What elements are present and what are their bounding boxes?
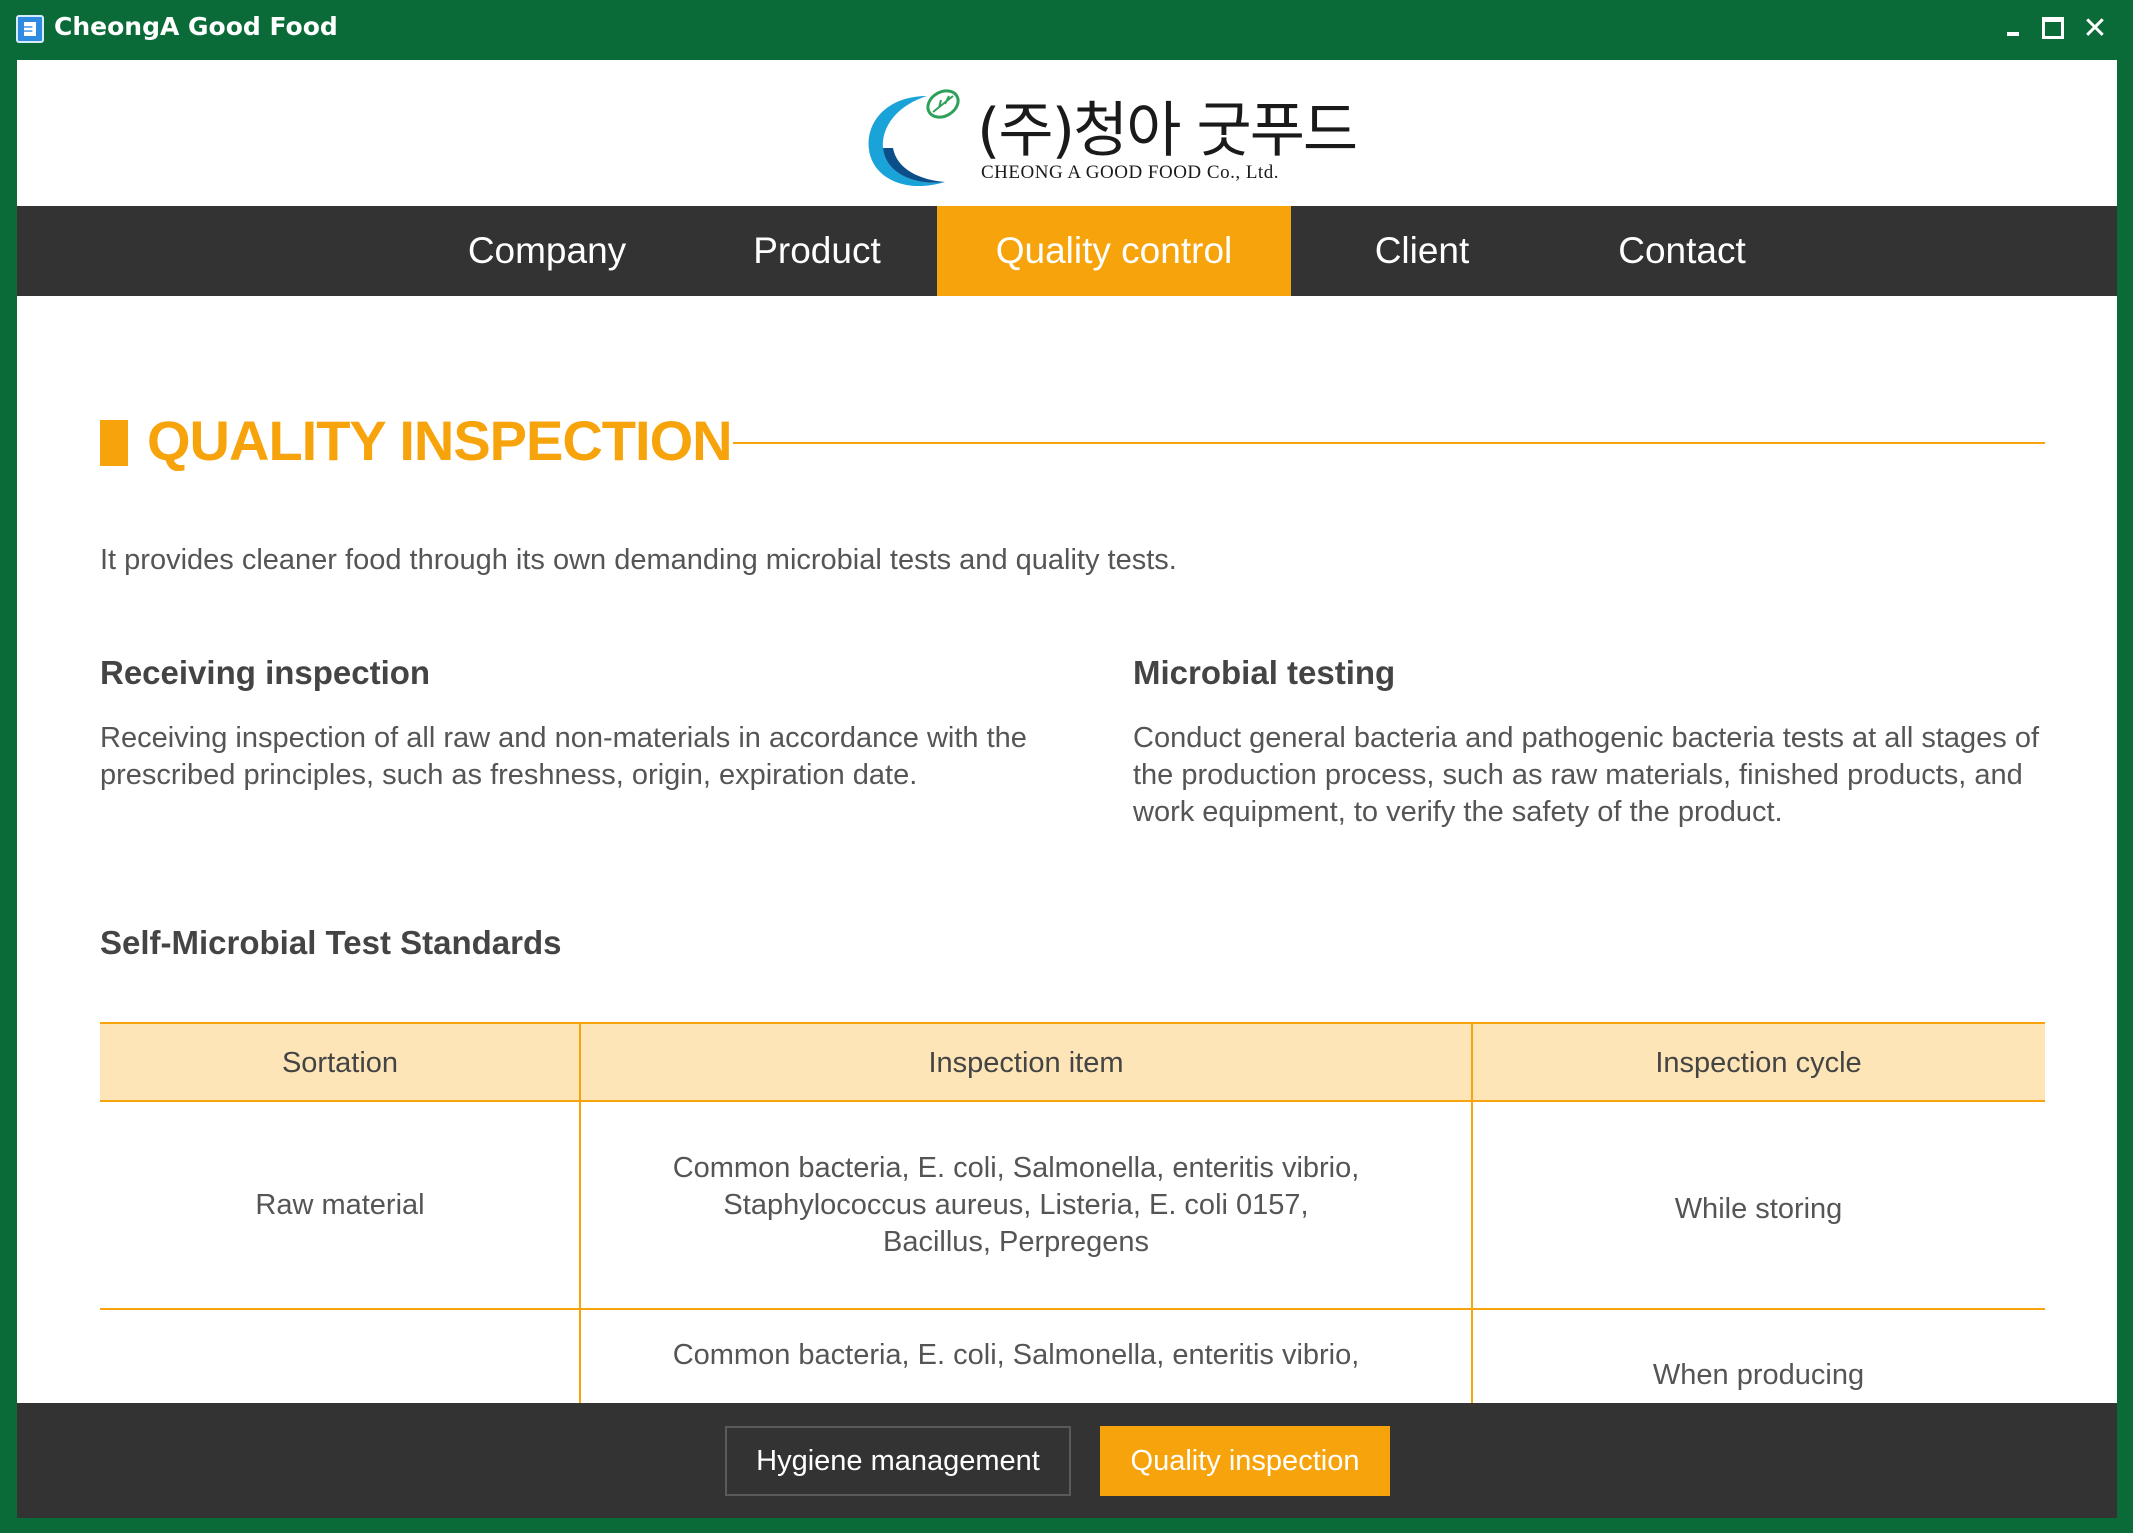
nav-quality-control[interactable]: Quality control (937, 206, 1291, 296)
title-bar: CheongA Good Food ✕ (0, 0, 2133, 60)
microbial-heading: Microbial testing (1133, 654, 1396, 691)
bottom-tab-bar: Hygiene management Quality inspection (17, 1403, 2117, 1518)
maximize-icon[interactable] (2036, 10, 2070, 46)
app-window: CheongA Good Food ✕ (주)청아 굿푸드 CHEONG A G… (0, 0, 2133, 1533)
nav-contact[interactable]: Contact (1557, 206, 1807, 296)
row1-sortation: Raw material (255, 1188, 425, 1221)
row2-item: Common bacteria, E. coli, Salmonella, en… (672, 1338, 1360, 1371)
hygiene-management-button[interactable]: Hygiene management (725, 1426, 1071, 1496)
nav-product[interactable]: Product (707, 206, 927, 296)
logo-korean-text: (주)청아 굿푸드 (977, 96, 1358, 166)
row1-cycle: While storing (1674, 1192, 1843, 1225)
title-marker (100, 420, 128, 466)
intro-text: It provides cleaner food through its own… (100, 544, 1177, 576)
row1-item: Common bacteria, E. coli, Salmonella, en… (672, 1151, 1360, 1258)
logo-english-text: CHEONG A GOOD FOOD Co., Ltd. (981, 162, 1279, 183)
site-header: (주)청아 굿푸드 CHEONG A GOOD FOOD Co., Ltd. (17, 60, 2117, 206)
header-inspection-item: Inspection item (928, 1046, 1124, 1079)
company-logo[interactable]: (주)청아 굿푸드 CHEONG A GOOD FOOD Co., Ltd. (857, 82, 1358, 192)
standards-heading: Self-Microbial Test Standards (100, 924, 562, 961)
nav-client[interactable]: Client (1317, 206, 1527, 296)
microbial-body: Conduct general bacteria and pathogenic … (1133, 722, 2040, 828)
app-icon (16, 15, 44, 43)
receiving-body: Receiving inspection of all raw and non-… (100, 722, 1027, 791)
title-divider (733, 442, 2045, 444)
main-nav: Company Product Quality control Client C… (17, 206, 2117, 296)
receiving-heading: Receiving inspection (100, 654, 431, 691)
header-sortation: Sortation (281, 1046, 399, 1079)
leaf-swoosh-icon (868, 89, 960, 187)
window-title: CheongA Good Food (54, 12, 338, 41)
header-inspection-cycle: Inspection cycle (1655, 1046, 1862, 1079)
page-content: (주)청아 굿푸드 CHEONG A GOOD FOOD Co., Ltd. C… (17, 60, 2117, 1518)
quality-inspection-button[interactable]: Quality inspection (1100, 1426, 1390, 1496)
minimize-icon[interactable] (1996, 10, 2030, 46)
close-icon[interactable]: ✕ (2078, 10, 2112, 46)
nav-company[interactable]: Company (437, 206, 657, 296)
page-title: QUALITY INSPECTION (147, 409, 733, 472)
table-header: Sortation Inspection item Inspection cyc… (100, 1022, 2045, 1102)
row2-cycle: When producing (1652, 1358, 1865, 1391)
